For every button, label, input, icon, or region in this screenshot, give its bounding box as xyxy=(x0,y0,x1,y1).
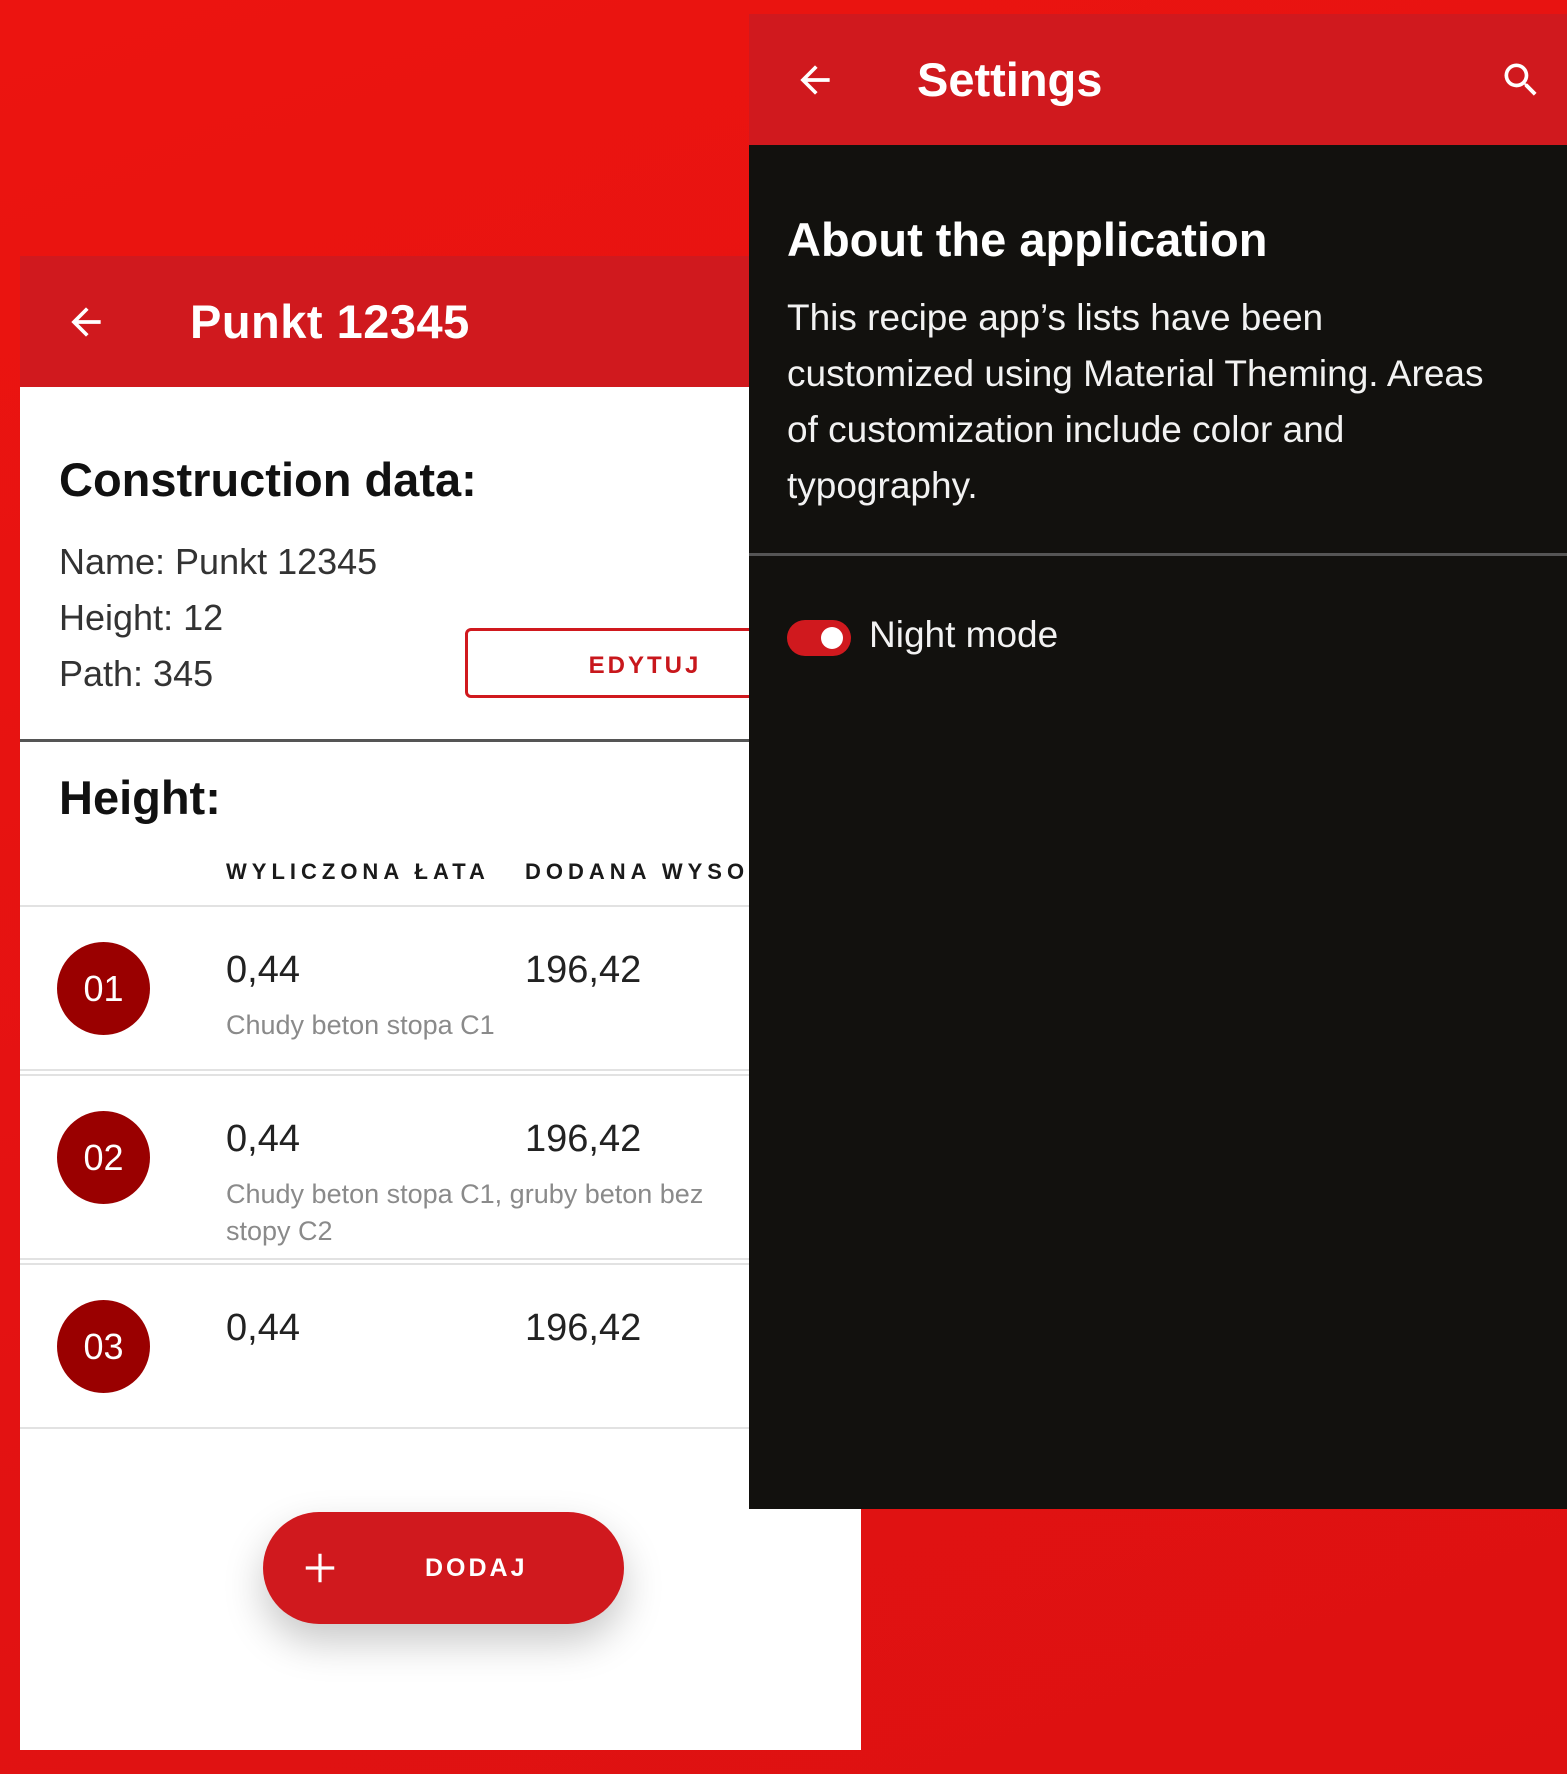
add-button-label: DODAJ xyxy=(425,1554,528,1582)
plus-icon xyxy=(305,1553,335,1583)
row-value-wysokosc: 196,42 xyxy=(525,1307,642,1349)
toggle-knob xyxy=(821,627,843,649)
info-path: Path: 345 xyxy=(59,653,214,694)
about-heading: About the application xyxy=(787,213,1268,266)
list-item[interactable]: 03 0,44 196,42 xyxy=(20,1263,861,1429)
row-value-wysokosc: 196,42 xyxy=(525,949,642,991)
info-name: Name: Punkt 12345 xyxy=(59,541,378,582)
construction-heading: Construction data: xyxy=(59,453,477,506)
arrow-left-icon[interactable] xyxy=(793,58,837,102)
row-value-wysokosc: 196,42 xyxy=(525,1118,642,1160)
top-app-bar: Settings xyxy=(749,14,1567,145)
settings-screen: Settings About the application This reci… xyxy=(749,14,1567,1509)
search-icon[interactable] xyxy=(1499,58,1543,102)
about-text: This recipe app’s lists have been custom… xyxy=(787,297,1484,506)
column-header: DODANA WYSO xyxy=(525,859,750,884)
top-app-bar: Punkt 12345 xyxy=(20,256,861,387)
row-description: Chudy beton stopa C1 xyxy=(226,1010,495,1040)
number-badge: 01 xyxy=(57,942,150,1035)
info-height: Height: 12 xyxy=(59,597,224,638)
number-badge: 03 xyxy=(57,1300,150,1393)
column-header: WYLICZONA ŁATA xyxy=(226,859,490,884)
divider xyxy=(20,739,861,742)
page-title: Settings xyxy=(917,53,1103,106)
list-item[interactable]: 02 0,44 196,42 Chudy beton stopa C1, gru… xyxy=(20,1074,861,1260)
height-heading: Height: xyxy=(59,771,221,824)
list-item[interactable]: 01 0,44 196,42 Chudy beton stopa C1 xyxy=(20,905,861,1071)
construction-screen: Punkt 12345 Construction data: Name: Pun… xyxy=(20,256,861,1750)
row-description: Chudy beton stopa C1, gruby beton bez st… xyxy=(226,1179,704,1246)
page-title: Punkt 12345 xyxy=(190,295,470,348)
add-button[interactable]: DODAJ xyxy=(263,1512,624,1624)
divider xyxy=(749,553,1567,556)
night-mode-label: Night mode xyxy=(869,614,1059,655)
number-badge: 02 xyxy=(57,1111,150,1204)
night-mode-toggle[interactable] xyxy=(787,620,851,656)
row-value-lata: 0,44 xyxy=(226,1307,300,1349)
row-value-lata: 0,44 xyxy=(226,949,300,991)
arrow-left-icon[interactable] xyxy=(64,300,108,344)
row-value-lata: 0,44 xyxy=(226,1118,300,1160)
